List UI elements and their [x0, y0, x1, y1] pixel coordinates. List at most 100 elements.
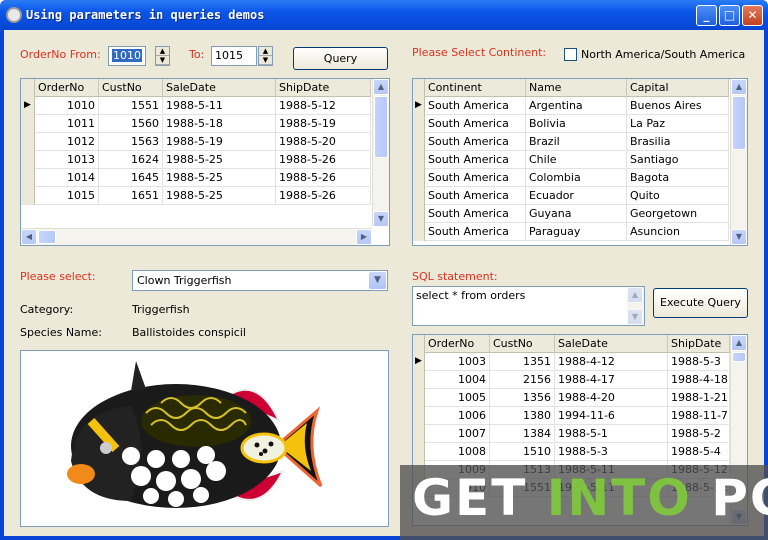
row-indicator[interactable]	[21, 133, 35, 151]
table-row[interactable]: 1008 1510 1988-5-3 1988-5-4	[413, 443, 730, 461]
chevron-down-icon[interactable]: ▼	[369, 272, 386, 289]
north-south-america-checkbox[interactable]	[564, 48, 577, 61]
table-cell[interactable]: Guyana	[526, 205, 627, 223]
table-cell[interactable]: 1384	[490, 425, 555, 443]
row-indicator[interactable]	[21, 151, 35, 169]
table-row[interactable]: South America Brazil Brasilia	[413, 133, 729, 151]
row-indicator[interactable]	[413, 115, 425, 133]
row-indicator[interactable]	[21, 115, 35, 133]
spin-down-icon[interactable]: ▼	[259, 56, 272, 65]
spin-down-icon[interactable]: ▼	[156, 56, 169, 65]
table-cell[interactable]: 1510	[490, 443, 555, 461]
table-cell[interactable]: 1988-5-20	[276, 133, 371, 151]
row-indicator[interactable]	[413, 187, 425, 205]
table-cell[interactable]: Santiago	[627, 151, 729, 169]
table-row[interactable]: South America Bolivia La Paz	[413, 115, 729, 133]
table-cell[interactable]: 1988-5-2	[668, 425, 730, 443]
column-header[interactable]: SaleDate	[163, 79, 276, 97]
orderno-from-input[interactable]: 1010	[108, 46, 146, 66]
row-indicator[interactable]: ▶	[413, 97, 425, 115]
column-header[interactable]: ShipDate	[276, 79, 371, 97]
row-indicator[interactable]	[413, 151, 425, 169]
countries-vertical-scrollbar[interactable]: ▲ ▼	[730, 79, 747, 245]
table-row[interactable]: 1007 1384 1988-5-1 1988-5-2	[413, 425, 730, 443]
orders-vertical-scrollbar[interactable]: ▲ ▼	[372, 79, 389, 227]
orders-horizontal-scrollbar[interactable]: ◀ ▶	[21, 228, 372, 245]
table-cell[interactable]: 1988-4-18	[668, 371, 730, 389]
column-header[interactable]: CustNo	[490, 335, 555, 353]
table-cell[interactable]: 1988-5-25	[163, 187, 276, 205]
table-row[interactable]: South America Chile Santiago	[413, 151, 729, 169]
table-row[interactable]: South America Paraguay Asuncion	[413, 223, 729, 241]
table-cell[interactable]: South America	[425, 169, 526, 187]
scroll-right-icon[interactable]: ▶	[356, 229, 372, 245]
table-row[interactable]: 1013 1624 1988-5-25 1988-5-26	[21, 151, 371, 169]
table-cell[interactable]: 1005	[425, 389, 490, 407]
row-indicator[interactable]	[413, 425, 425, 443]
table-row[interactable]: 1004 2156 1988-4-17 1988-4-18	[413, 371, 730, 389]
table-cell[interactable]: Buenos Aires	[627, 97, 729, 115]
table-cell[interactable]: South America	[425, 151, 526, 169]
table-cell[interactable]: 1988-5-25	[163, 169, 276, 187]
query-button[interactable]: Query	[293, 47, 388, 70]
scroll-down-icon[interactable]: ▼	[627, 309, 643, 325]
table-row[interactable]: ▶ 1003 1351 1988-4-12 1988-5-3	[413, 353, 730, 371]
table-cell[interactable]: Brazil	[526, 133, 627, 151]
scroll-thumb[interactable]	[732, 352, 746, 362]
table-cell[interactable]: 1988-5-3	[668, 353, 730, 371]
orderno-from-spinner[interactable]: ▲ ▼	[155, 46, 170, 66]
table-cell[interactable]: 1014	[35, 169, 99, 187]
table-cell[interactable]: 1988-5-11	[163, 97, 276, 115]
scroll-left-icon[interactable]: ◀	[21, 229, 37, 245]
table-cell[interactable]: 1560	[99, 115, 163, 133]
sql-scrollbar[interactable]: ▲ ▼	[627, 287, 644, 325]
table-cell[interactable]: South America	[425, 223, 526, 241]
table-cell[interactable]: South America	[425, 115, 526, 133]
table-cell[interactable]: 1988-5-19	[163, 133, 276, 151]
table-row[interactable]: South America Ecuador Quito	[413, 187, 729, 205]
scroll-up-icon[interactable]: ▲	[731, 335, 747, 351]
scroll-thumb[interactable]	[374, 96, 388, 158]
table-cell[interactable]: 1010	[35, 97, 99, 115]
scroll-thumb[interactable]	[38, 230, 56, 244]
table-row[interactable]: 1005 1356 1988-4-20 1988-1-21	[413, 389, 730, 407]
scroll-up-icon[interactable]: ▲	[731, 79, 747, 95]
table-cell[interactable]: 1988-5-18	[163, 115, 276, 133]
table-row[interactable]: 1015 1651 1988-5-25 1988-5-26	[21, 187, 371, 205]
row-indicator[interactable]	[21, 169, 35, 187]
table-cell[interactable]: 1380	[490, 407, 555, 425]
table-cell[interactable]: La Paz	[627, 115, 729, 133]
minimize-button[interactable]: _	[696, 5, 717, 26]
table-cell[interactable]: Paraguay	[526, 223, 627, 241]
table-row[interactable]: 1006 1380 1994-11-6 1988-11-7	[413, 407, 730, 425]
table-cell[interactable]: 1988-4-17	[555, 371, 668, 389]
spin-up-icon[interactable]: ▲	[259, 47, 272, 56]
table-cell[interactable]: 1015	[35, 187, 99, 205]
row-indicator[interactable]	[413, 205, 425, 223]
table-cell[interactable]: 1988-1-21	[668, 389, 730, 407]
table-row[interactable]: South America Colombia Bagota	[413, 169, 729, 187]
column-header[interactable]: Capital	[627, 79, 729, 97]
table-cell[interactable]: 1994-11-6	[555, 407, 668, 425]
scroll-down-icon[interactable]: ▼	[731, 229, 747, 245]
row-indicator[interactable]	[413, 223, 425, 241]
title-bar[interactable]: Using parameters in queries demos _ □ ✕	[0, 0, 768, 30]
table-row[interactable]: South America Guyana Georgetown	[413, 205, 729, 223]
table-cell[interactable]: 1012	[35, 133, 99, 151]
table-cell[interactable]: South America	[425, 97, 526, 115]
table-cell[interactable]: 2156	[490, 371, 555, 389]
spin-up-icon[interactable]: ▲	[156, 47, 169, 56]
table-cell[interactable]: 1624	[99, 151, 163, 169]
scroll-up-icon[interactable]: ▲	[627, 287, 643, 303]
table-cell[interactable]: 1006	[425, 407, 490, 425]
scroll-thumb[interactable]	[732, 96, 746, 150]
row-indicator[interactable]	[413, 133, 425, 151]
table-cell[interactable]: Asuncion	[627, 223, 729, 241]
scroll-up-icon[interactable]: ▲	[373, 79, 389, 95]
table-row[interactable]: 1012 1563 1988-5-19 1988-5-20	[21, 133, 371, 151]
maximize-button[interactable]: □	[719, 5, 740, 26]
table-cell[interactable]: 1988-5-19	[276, 115, 371, 133]
row-indicator[interactable]	[21, 187, 35, 205]
table-cell[interactable]: Bolivia	[526, 115, 627, 133]
table-row[interactable]: ▶ South America Argentina Buenos Aires	[413, 97, 729, 115]
